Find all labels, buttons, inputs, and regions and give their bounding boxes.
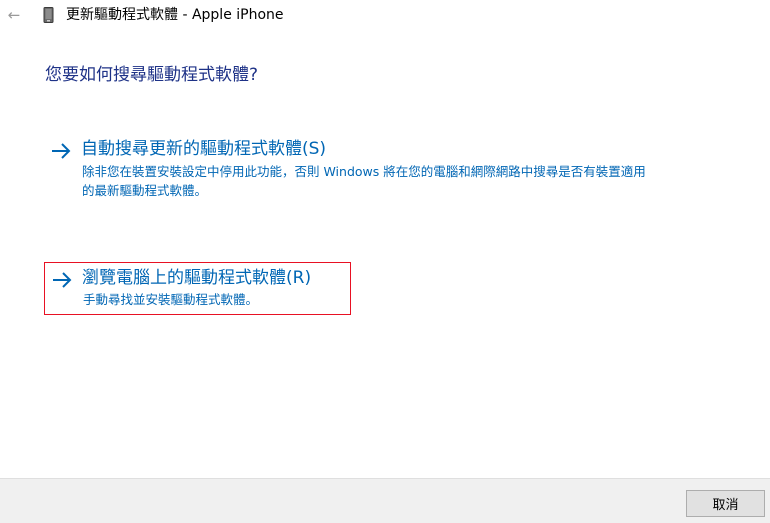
browse-computer-label: 瀏覽電腦上的驅動程式軟體(R) xyxy=(82,268,312,288)
browse-computer-option[interactable]: 瀏覽電腦上的驅動程式軟體(R) 手動尋找並安裝驅動程式軟體。 xyxy=(44,262,351,315)
device-icon xyxy=(43,7,54,23)
page-heading: 您要如何搜尋驅動程式軟體? xyxy=(45,65,259,85)
browse-computer-description: 手動尋找並安裝驅動程式軟體。 xyxy=(83,292,259,307)
auto-search-description: 除非您在裝置安裝設定中停用此功能，否則 Windows 將在您的電腦和網際網路中… xyxy=(82,164,646,198)
back-arrow-icon[interactable]: ← xyxy=(4,4,24,26)
window-title: 更新驅動程式軟體 - Apple iPhone xyxy=(66,7,284,23)
dialog-footer: 取消 xyxy=(0,478,770,523)
arrow-right-icon xyxy=(52,143,71,159)
update-driver-dialog: ← 更新驅動程式軟體 - Apple iPhone 您要如何搜尋驅動程式軟體? … xyxy=(0,0,770,523)
auto-search-label: 自動搜尋更新的驅動程式軟體(S) xyxy=(81,139,327,159)
arrow-right-icon xyxy=(53,272,72,288)
auto-search-option[interactable]: 自動搜尋更新的驅動程式軟體(S) 除非您在裝置安裝設定中停用此功能，否則 Win… xyxy=(44,134,654,202)
title-bar: ← 更新驅動程式軟體 - Apple iPhone xyxy=(0,0,770,32)
cancel-button[interactable]: 取消 xyxy=(686,490,765,517)
